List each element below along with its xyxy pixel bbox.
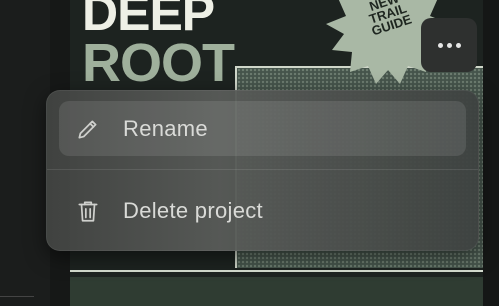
left-panel — [0, 0, 50, 306]
context-menu: Rename Delete project — [46, 90, 479, 251]
pencil-icon — [73, 114, 103, 144]
menu-separator — [47, 169, 478, 170]
poster-footer-band — [70, 277, 483, 306]
more-options-button[interactable] — [421, 18, 477, 72]
rename-menu-item[interactable]: Rename — [59, 101, 466, 156]
ellipsis-icon-dot — [455, 42, 461, 48]
rename-label: Rename — [123, 115, 208, 141]
delete-project-menu-item[interactable]: Delete project — [59, 183, 466, 238]
trash-icon — [73, 196, 103, 226]
right-gutter — [483, 0, 499, 306]
delete-project-label: Delete project — [123, 197, 263, 223]
poster-title-line2: ROOT — [82, 33, 235, 93]
panel-divider — [0, 296, 34, 297]
ellipsis-icon — [437, 42, 443, 48]
poster-rule — [70, 270, 483, 272]
ellipsis-icon-dot — [446, 42, 452, 48]
